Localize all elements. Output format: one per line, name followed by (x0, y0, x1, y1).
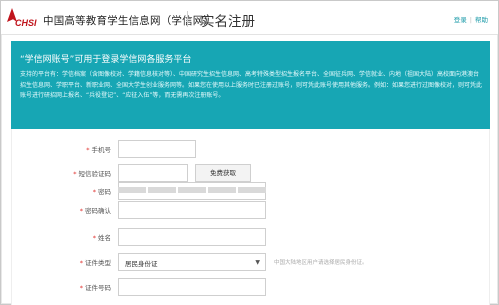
id-type-value: 居民身份证 (125, 260, 158, 268)
site-title[interactable]: 中国高等教育学生信息网（学信网） (43, 13, 214, 28)
auth-separator: | (469, 16, 472, 24)
password-confirm-label: * 密码确认 (79, 207, 111, 215)
password-strength-row (12, 187, 491, 193)
required-mark: * (86, 146, 90, 154)
password-confirm-input[interactable] (118, 201, 266, 219)
phone-input[interactable] (118, 140, 196, 158)
registration-form: * 手机号 * 短信验证码 免费获取 * 密码 * 密码确认 * 姓名 * 证件类型 居民身… (11, 129, 490, 305)
name-input[interactable] (118, 228, 266, 246)
name-row: * 姓名 (12, 228, 491, 246)
phone-row: * 手机号 (12, 140, 491, 158)
id-type-select[interactable]: 居民身份证 ▼ (118, 253, 266, 271)
banner-title: “学信网账号”可用于登录学信网各服务平台 (20, 55, 192, 65)
sms-row: * 短信验证码 免费获取 (12, 164, 491, 182)
phone-label: * 手机号 (86, 146, 111, 154)
help-link[interactable]: 帮助 (475, 16, 488, 24)
strength-segment (178, 187, 206, 193)
id-type-label: * 证件类型 (79, 259, 111, 267)
id-number-row: * 证件号码 (12, 278, 491, 296)
id-number-label: * 证件号码 (79, 284, 111, 292)
password-strength-meter (118, 187, 266, 193)
chsi-logo[interactable]: CHSI (4, 8, 38, 30)
strength-segment (118, 187, 146, 193)
required-mark: * (92, 234, 96, 242)
name-label: * 姓名 (92, 234, 111, 242)
sms-code-input[interactable] (118, 164, 188, 182)
login-link[interactable]: 登录 (454, 16, 467, 24)
sms-label: * 短信验证码 (73, 170, 111, 178)
page-frame: CHSI 中国高等教育学生信息网（学信网） 实名注册 登录 | 帮助 “学信网账号”… (0, 0, 499, 305)
strength-segment (238, 187, 266, 193)
strength-segment (208, 187, 236, 193)
id-number-input[interactable] (118, 278, 266, 296)
id-type-hint: 中国大陆地区用户请选择居民身份证。 (274, 260, 368, 266)
required-mark: * (73, 170, 77, 178)
banner-body: 支持的平台有：学信档案（含图像校对、学籍信息核对等）、中国研究生招生信息网、高考… (20, 71, 483, 99)
id-type-row: * 证件类型 居民身份证 ▼ 中国大陆地区用户请选择居民身份证。 (12, 253, 491, 271)
required-mark: * (79, 259, 83, 267)
logo-text: CHSI (15, 18, 37, 28)
get-code-button[interactable]: 免费获取 (195, 164, 251, 182)
required-mark: * (79, 207, 83, 215)
required-mark: * (79, 284, 83, 292)
info-banner: “学信网账号”可用于登录学信网各服务平台 支持的平台有：学信档案（含图像校对、学… (11, 41, 490, 129)
page-title: 实名注册 (201, 14, 255, 30)
header-divider (187, 11, 188, 27)
password-confirm-row: * 密码确认 (12, 201, 491, 219)
site-header: CHSI 中国高等教育学生信息网（学信网） 实名注册 登录 | 帮助 (1, 1, 498, 35)
strength-segment (148, 187, 176, 193)
dropdown-caret-icon: ▼ (255, 259, 260, 266)
auth-links: 登录 | 帮助 (454, 14, 488, 24)
